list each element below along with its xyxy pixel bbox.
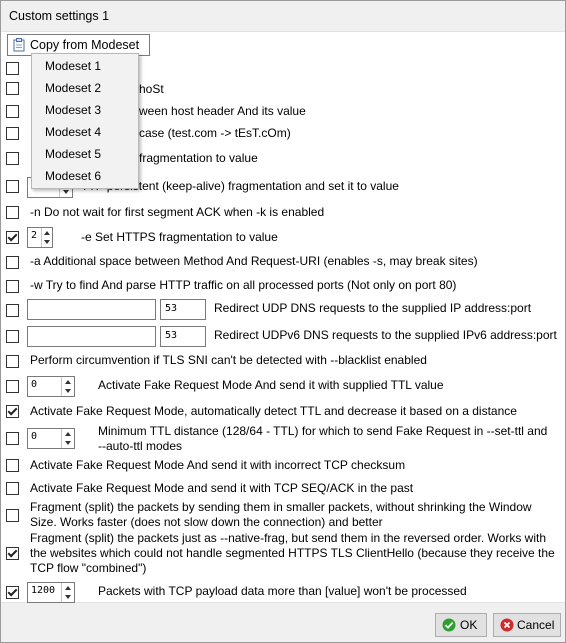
additional-space-checkbox[interactable] — [6, 256, 19, 269]
no-wait-ack-checkbox[interactable] — [6, 206, 19, 219]
max-payload-value: 1200 — [31, 585, 56, 596]
min-ttl-label: Minimum TTL distance (128/64 - TTL) for … — [98, 424, 548, 453]
fake-ttl-checkbox[interactable] — [6, 380, 19, 393]
menu-item-modeset-4[interactable]: Modeset 4 — [45, 125, 101, 139]
wrong-seq-checkbox[interactable] — [6, 482, 19, 495]
ok-label: OK — [460, 618, 478, 632]
fake-ttl-stepper[interactable]: 0 — [27, 376, 75, 397]
auto-ttl-label: Activate Fake Request Mode, automaticall… — [30, 404, 517, 418]
option-checkbox[interactable] — [6, 82, 19, 95]
fake-ttl-label: Activate Fake Request Mode And send it w… — [98, 378, 444, 392]
menu-item-modeset-2[interactable]: Modeset 2 — [45, 81, 101, 95]
cancel-button[interactable]: Cancel — [493, 613, 561, 637]
copy-from-modeset-label: Copy from Modeset — [30, 38, 140, 52]
cancel-label: Cancel — [517, 618, 555, 632]
reverse-frag-label: Fragment (split) the packets just as --n… — [30, 531, 555, 575]
ok-button[interactable]: OK — [435, 613, 487, 637]
option-checkbox[interactable] — [6, 62, 19, 75]
fake-ttl-value: 0 — [31, 379, 38, 390]
tls-sni-checkbox[interactable] — [6, 355, 19, 368]
https-fragmentation-checkbox[interactable] — [6, 231, 19, 244]
udp-dns-checkbox[interactable] — [6, 304, 19, 317]
option-checkbox[interactable] — [6, 127, 19, 140]
udpv6-dns-ip-input[interactable] — [27, 326, 156, 347]
modeset-menu: Modeset 1 Modeset 2 Modeset 3 Modeset 4 … — [31, 53, 139, 189]
option-label-partial: case (test.com -> tEsT.cOm) — [139, 126, 291, 140]
all-ports-checkbox[interactable] — [6, 280, 19, 293]
additional-space-label: -a Additional space between Method And R… — [30, 254, 478, 268]
reverse-frag-checkbox[interactable] — [6, 547, 19, 560]
option-label-partial: hoSt — [139, 82, 164, 96]
clipboard-icon — [13, 38, 25, 52]
udpv6-dns-checkbox[interactable] — [6, 330, 19, 343]
udpv6-dns-port-input[interactable]: 53 — [160, 326, 206, 347]
udp-dns-port-input[interactable]: 53 — [160, 299, 206, 320]
option-label-partial: fragmentation to value — [139, 151, 258, 165]
wrong-checksum-label: Activate Fake Request Mode And send it w… — [30, 458, 406, 472]
native-frag-label: Fragment (split) the packets by sending … — [30, 500, 532, 529]
option-label-partial: ween host header And its value — [139, 104, 306, 118]
https-fragmentation-stepper[interactable]: 2 — [27, 227, 53, 248]
menu-item-modeset-1[interactable]: Modeset 1 — [45, 59, 101, 73]
max-payload-checkbox[interactable] — [6, 586, 19, 599]
menu-item-modeset-3[interactable]: Modeset 3 — [45, 103, 101, 117]
menu-item-modeset-6[interactable]: Modeset 6 — [45, 169, 101, 183]
no-wait-ack-label: -n Do not wait for first segment ACK whe… — [30, 205, 325, 219]
min-ttl-stepper[interactable]: 0 — [27, 428, 75, 449]
all-ports-label: -w Try to find And parse HTTP traffic on… — [30, 278, 457, 292]
native-frag-checkbox[interactable] — [6, 509, 19, 522]
keepalive-checkbox[interactable] — [6, 180, 19, 193]
wrong-checksum-checkbox[interactable] — [6, 459, 19, 472]
max-payload-label: Packets with TCP payload data more than … — [98, 584, 467, 598]
dialog-window: Custom settings 1 Copy from Modeset hoSt… — [0, 0, 566, 643]
max-payload-stepper[interactable]: 1200 — [27, 582, 75, 603]
udp-dns-label: Redirect UDP DNS requests to the supplie… — [214, 301, 532, 315]
udpv6-dns-label: Redirect UDPv6 DNS requests to the suppl… — [214, 328, 557, 342]
window-title: Custom settings 1 — [9, 9, 110, 23]
udpv6-dns-port-value: 53 — [165, 330, 178, 341]
tls-sni-label: Perform circumvention if TLS SNI can't b… — [30, 353, 427, 367]
min-ttl-checkbox[interactable] — [6, 432, 19, 445]
wrong-seq-label: Activate Fake Request Mode and send it w… — [30, 481, 414, 495]
udp-dns-port-value: 53 — [165, 303, 178, 314]
min-ttl-value: 0 — [31, 431, 38, 442]
option-checkbox[interactable] — [6, 152, 19, 165]
cancel-x-icon — [500, 618, 514, 632]
checkmark-icon — [442, 618, 456, 632]
https-fragmentation-label: -e Set HTTPS fragmentation to value — [81, 230, 278, 244]
https-fragmentation-value: 2 — [31, 230, 38, 241]
menu-item-modeset-5[interactable]: Modeset 5 — [45, 147, 101, 161]
auto-ttl-checkbox[interactable] — [6, 405, 19, 418]
option-checkbox[interactable] — [6, 105, 19, 118]
udp-dns-ip-input[interactable] — [27, 299, 156, 320]
